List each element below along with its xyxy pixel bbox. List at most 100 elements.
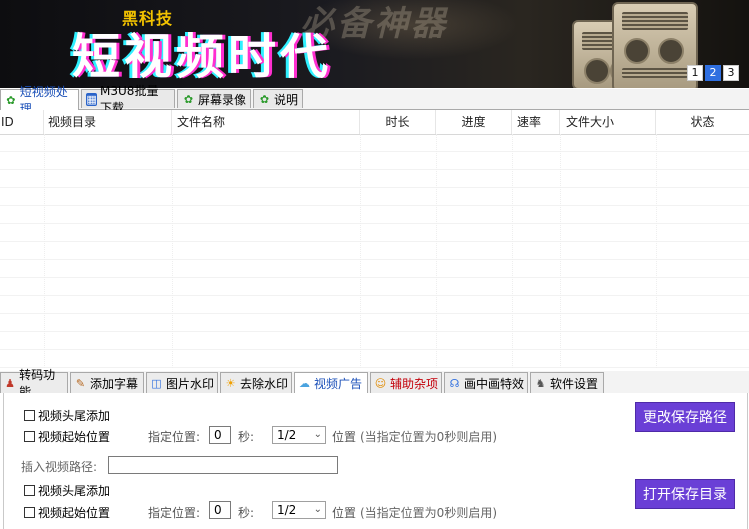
folder-icon: ◫ [151, 376, 162, 390]
column-status[interactable]: 状态 [656, 110, 749, 134]
column-file-size[interactable]: 文件大小 [560, 110, 656, 134]
panel-frame: 视频头尾添加 视频起始位置 指定位置: 0 秒: 1/2 ⌄ 位置 (当指定位置… [3, 393, 748, 529]
checkbox-box[interactable] [24, 410, 35, 421]
checkbox-box[interactable] [24, 507, 35, 518]
face-icon: ☺ [374, 376, 387, 390]
radio-grille [622, 68, 688, 78]
table-header: ID 视频目录 文件名称 时长 进度 速率 文件大小 状态 [0, 110, 749, 135]
position-hint: (当指定位置为0秒则启用) [360, 430, 497, 444]
column-id[interactable]: ID [0, 110, 44, 134]
tab-short-video[interactable]: ✿ 短视频处理 [0, 85, 79, 116]
tab-label: 视频广告 [314, 376, 363, 391]
seconds-input-1[interactable]: 0 [209, 426, 231, 444]
network-icon: ☊ [449, 376, 460, 390]
insert-path-label: 插入视频路径: [21, 460, 98, 474]
film-icon: ▦ [86, 92, 98, 106]
user-icon: ♟ [5, 376, 15, 390]
column-divider [360, 134, 361, 368]
checkbox-label: 视频起始位置 [38, 506, 111, 520]
tab-misc[interactable]: ☺ 辅助杂项 [370, 372, 442, 393]
position-select-2[interactable]: 1/2 ⌄ [272, 501, 326, 519]
tab-label: 图片水印 [166, 376, 215, 391]
seconds-input-2[interactable]: 0 [209, 501, 231, 519]
position-label: 位置 [332, 506, 357, 520]
column-divider [44, 134, 45, 368]
checkbox-label: 视频头尾添加 [38, 409, 111, 423]
pager-page-3[interactable]: 3 [723, 65, 739, 81]
main-tab-bar: ✿ 短视频处理 ▦ M3U8批量下载 ✿ 屏幕录像 ✿ 说明 [0, 84, 749, 116]
video-ads-panel: 视频头尾添加 视频起始位置 指定位置: 0 秒: 1/2 ⌄ 位置 (当指定位置… [0, 393, 749, 529]
checkbox-box[interactable] [24, 431, 35, 442]
tab-label: 屏幕录像 [198, 92, 247, 107]
checkbox-label: 视频起始位置 [38, 430, 111, 444]
head-tail-add-checkbox-1[interactable]: 视频头尾添加 [24, 407, 110, 424]
pen-icon: ✎ [75, 376, 86, 390]
position-select-1[interactable]: 1/2 ⌄ [272, 426, 326, 444]
tab-label: 添加字幕 [90, 376, 139, 391]
open-save-dir-button[interactable]: 打开保存目录 [635, 479, 735, 509]
column-progress[interactable]: 进度 [436, 110, 512, 134]
chevron-down-icon: ⌄ [313, 429, 322, 440]
leaf-icon: ✿ [6, 93, 16, 107]
start-position-checkbox-1[interactable]: 视频起始位置 [24, 428, 110, 445]
checkbox-box[interactable] [24, 485, 35, 496]
radio-dial [584, 58, 610, 84]
tab-instructions[interactable]: ✿ 说明 [253, 89, 303, 108]
radio-grille [622, 12, 688, 30]
tab-label: 去除水印 [240, 376, 289, 391]
tab-transcode[interactable]: ♟ 转码功能 [0, 368, 68, 399]
select-value: 1/2 [277, 428, 297, 442]
column-rate[interactable]: 速率 [512, 110, 560, 134]
seconds-unit-label: 秒: [238, 430, 255, 444]
feature-tab-bar: ♟ 转码功能 ✎ 添加字幕 ◫ 图片水印 ☀ 去除水印 ☁ 视频广告 ☺ 辅助杂… [0, 368, 749, 399]
checkbox-label: 视频头尾添加 [38, 484, 111, 498]
table-body [0, 134, 749, 368]
vintage-radio-image [612, 2, 698, 88]
column-video-dir[interactable]: 视频目录 [44, 110, 172, 134]
leaf-icon: ✿ [259, 92, 270, 106]
tab-label: 辅助杂项 [390, 376, 439, 391]
tab-label: 画中画特效 [464, 376, 525, 391]
radio-dial [624, 38, 650, 64]
banner-title: 短视频时代 [72, 29, 333, 85]
tab-subtitles[interactable]: ✎ 添加字幕 [70, 372, 144, 393]
pager-page-1[interactable]: 1 [687, 65, 703, 81]
chevron-down-icon: ⌄ [313, 504, 322, 515]
column-divider [560, 134, 561, 368]
banner-brand: 黑科技 [122, 9, 174, 28]
change-save-path-button[interactable]: 更改保存路径 [635, 402, 735, 432]
head-tail-add-checkbox-2[interactable]: 视频头尾添加 [24, 482, 110, 499]
tab-m3u8-download[interactable]: ▦ M3U8批量下载 [81, 84, 175, 115]
column-divider [436, 134, 437, 368]
leaf-icon: ✿ [183, 92, 194, 106]
tab-screen-record[interactable]: ✿ 屏幕录像 [177, 89, 251, 108]
column-divider [656, 134, 657, 368]
banner: 必备神器 黑科技 短视频时代 1 2 3 [0, 0, 749, 88]
person-icon: ♞ [535, 376, 546, 390]
specify-position-label: 指定位置: [148, 506, 201, 520]
position-hint: (当指定位置为0秒则启用) [360, 506, 497, 520]
pager-page-2[interactable]: 2 [705, 65, 721, 81]
tab-label: 软件设置 [550, 376, 599, 391]
column-file-name[interactable]: 文件名称 [172, 110, 360, 134]
select-value: 1/2 [277, 503, 297, 517]
banner-pager: 1 2 3 [687, 65, 739, 81]
radio-dial [658, 38, 684, 64]
tab-pip-effects[interactable]: ☊ 画中画特效 [444, 372, 528, 393]
tab-label: 说明 [274, 92, 299, 107]
cloud-icon: ☁ [299, 376, 310, 390]
column-duration[interactable]: 时长 [360, 110, 436, 134]
file-table[interactable]: ID 视频目录 文件名称 时长 进度 速率 文件大小 状态 [0, 110, 749, 368]
sun-icon: ☀ [225, 376, 236, 390]
specify-position-label: 指定位置: [148, 430, 201, 444]
tab-remove-watermark[interactable]: ☀ 去除水印 [220, 372, 292, 393]
tab-video-ads[interactable]: ☁ 视频广告 [294, 372, 368, 393]
tab-software-settings[interactable]: ♞ 软件设置 [530, 372, 604, 393]
column-divider [512, 134, 513, 368]
start-position-checkbox-2[interactable]: 视频起始位置 [24, 504, 110, 521]
column-divider [172, 134, 173, 368]
insert-path-input[interactable] [108, 456, 338, 474]
position-label: 位置 [332, 430, 357, 444]
seconds-unit-label: 秒: [238, 506, 255, 520]
tab-image-watermark[interactable]: ◫ 图片水印 [146, 372, 218, 393]
